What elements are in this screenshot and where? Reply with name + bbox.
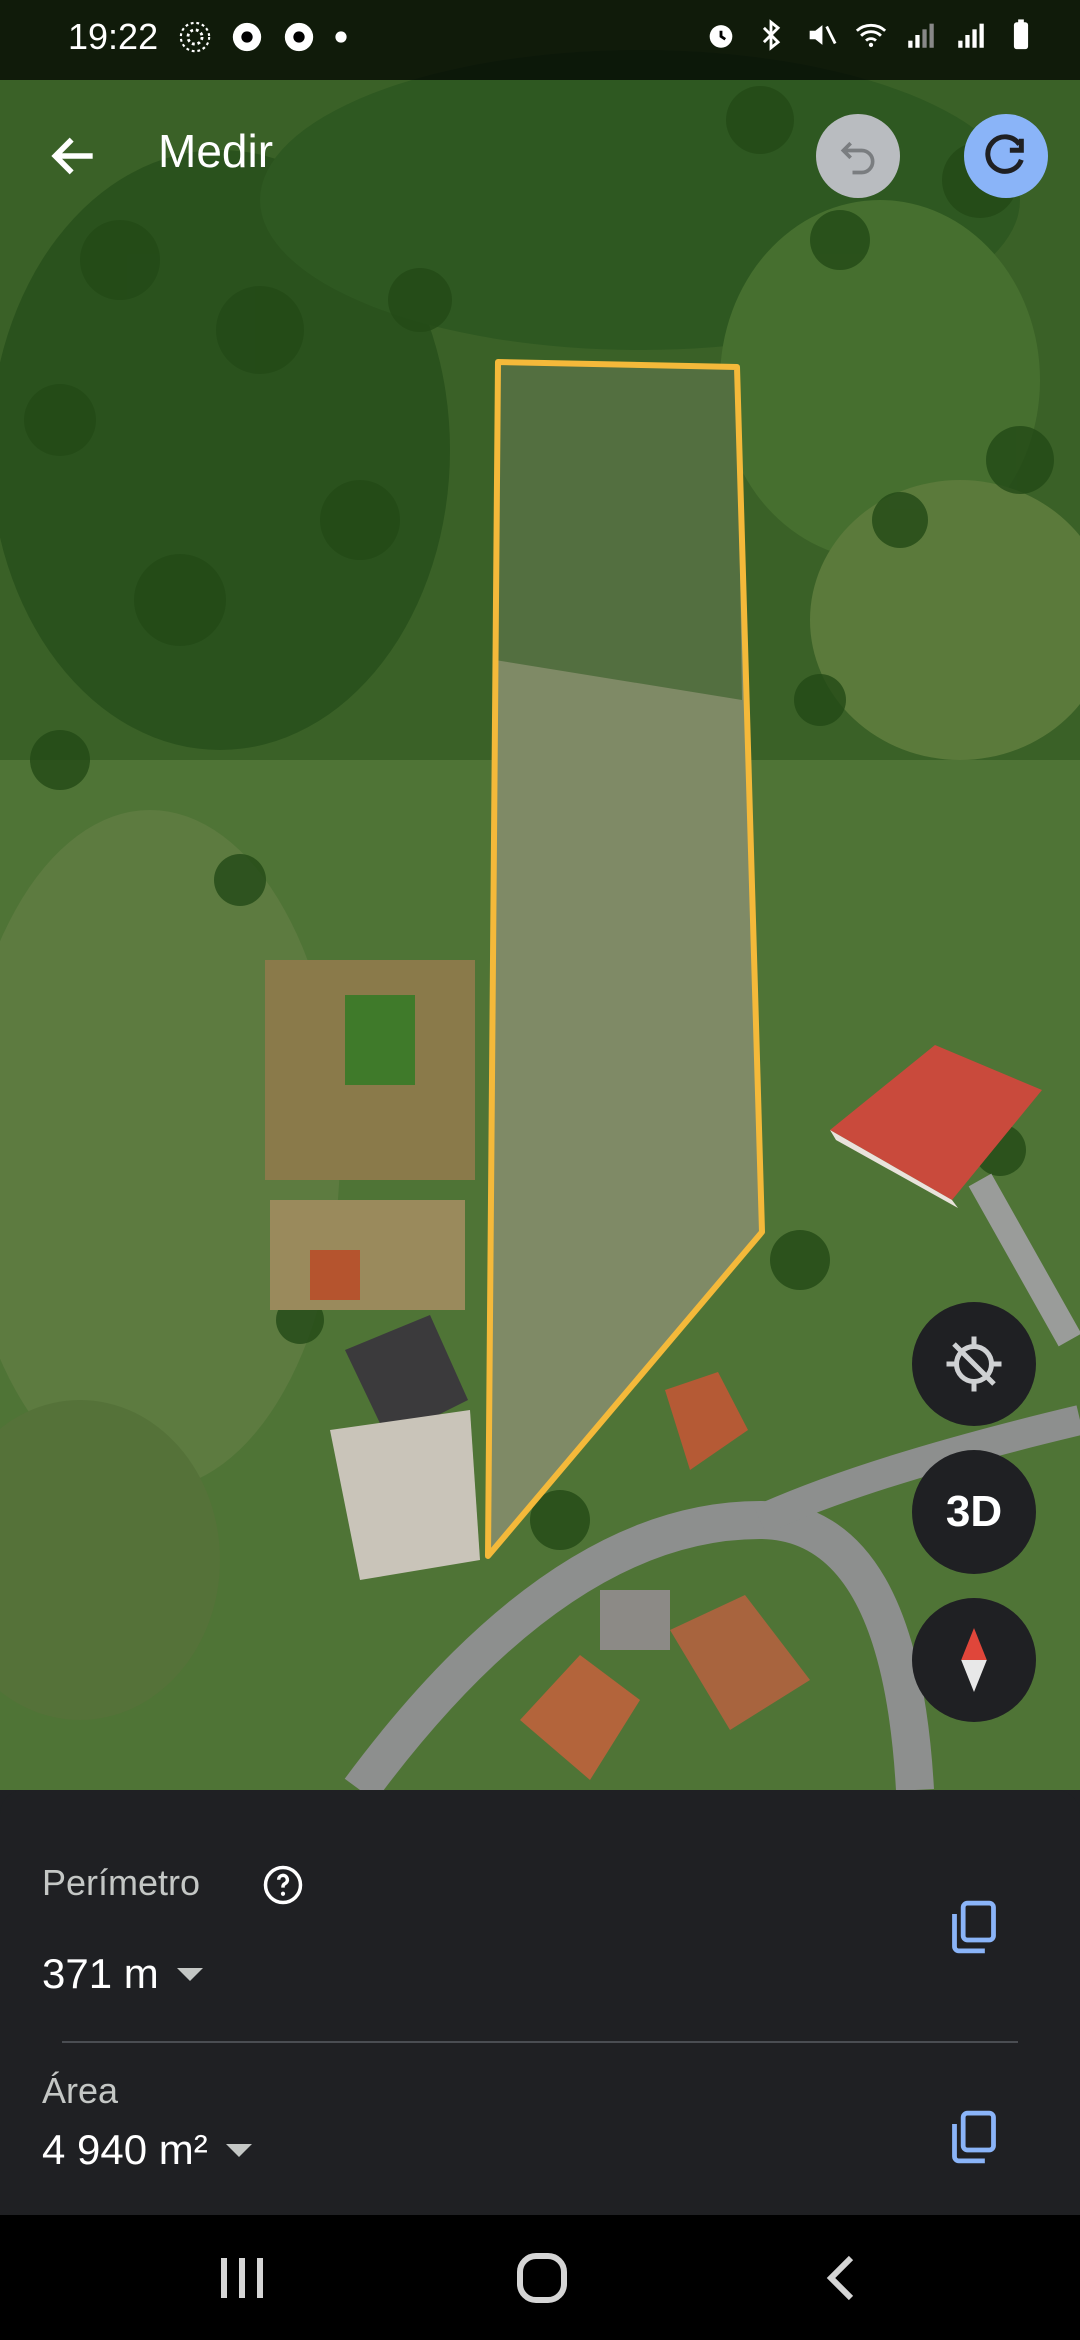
location-off-icon — [946, 1336, 1002, 1392]
page-title: Medir — [158, 125, 274, 177]
status-time: 19:22 — [68, 16, 159, 57]
chrome-icon-2 — [284, 22, 314, 52]
chevron-down-icon — [176, 1967, 203, 1981]
area-value-dropdown[interactable]: 4 940 m² — [42, 2126, 252, 2174]
area-value: 4 940 m² — [42, 2126, 208, 2173]
home-icon[interactable] — [512, 2253, 572, 2303]
alarm-icon — [709, 25, 733, 48]
undo-icon — [840, 141, 875, 175]
compass-button[interactable] — [912, 1598, 1036, 1722]
measurement-sheet: Perímetro 371 m Área 4 940 m² — [0, 1790, 1080, 2215]
recents-icon[interactable] — [212, 2253, 272, 2303]
redo-button[interactable] — [964, 114, 1048, 198]
system-nav-bar — [0, 2215, 1080, 2340]
chrome-icon — [232, 22, 262, 52]
copy-icon[interactable] — [948, 1898, 1000, 1956]
wifi-icon — [855, 23, 887, 48]
perimeter-value-dropdown[interactable]: 371 m — [42, 1950, 203, 1998]
undo-button[interactable] — [816, 114, 900, 198]
help-icon[interactable] — [262, 1864, 304, 1906]
bluetooth-icon — [762, 19, 781, 51]
divider — [62, 2041, 1018, 2043]
mute-icon — [809, 25, 837, 45]
signal-icon-2 — [958, 23, 984, 48]
notification-dot-icon — [335, 31, 347, 43]
signal-icon — [908, 23, 934, 48]
status-bar: 19:22 — [0, 0, 1080, 80]
perimeter-value: 371 m — [42, 1950, 159, 1997]
location-button[interactable] — [912, 1302, 1036, 1426]
compass-icon — [961, 1628, 987, 1692]
battery-icon — [1013, 19, 1029, 50]
redo-icon — [985, 134, 1024, 174]
perimeter-label: Perímetro — [42, 1862, 201, 1903]
top-app-bar: Medir — [0, 80, 1080, 230]
back-icon[interactable] — [815, 2253, 875, 2303]
copy-icon[interactable] — [948, 2108, 1000, 2166]
back-arrow-icon[interactable] — [46, 128, 102, 184]
chevron-down-icon — [225, 2143, 252, 2157]
area-label: Área — [42, 2070, 119, 2111]
3d-button[interactable]: 3D — [912, 1450, 1036, 1574]
sun-icon — [179, 21, 211, 53]
